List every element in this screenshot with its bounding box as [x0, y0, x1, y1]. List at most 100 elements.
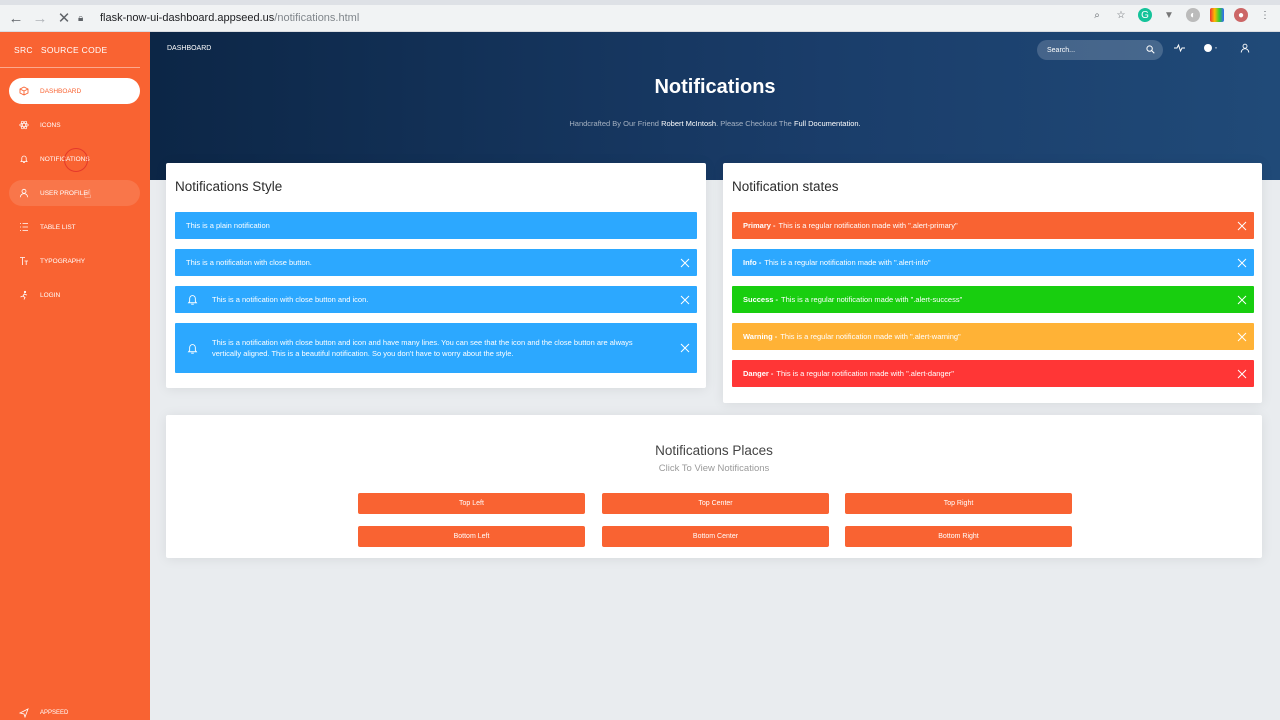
notifications-style-card: Notifications Style This is a plain noti… [166, 163, 706, 388]
url-host: flask-now-ui-dashboard.appseed.us [100, 12, 275, 24]
lock-icon: 🔒︎ [78, 12, 84, 24]
icon-notification: This is a notification with close button… [175, 286, 697, 313]
sidebar-brand[interactable]: SRC SOURCE CODE [0, 32, 140, 68]
close-icon[interactable] [680, 343, 690, 353]
info-notification: Info - This is a regular notification mad… [732, 249, 1254, 276]
star-icon[interactable]: ☆ [1114, 8, 1128, 22]
close-icon[interactable] [1237, 221, 1247, 231]
card-title: Notifications Style [175, 179, 283, 194]
card-subtitle: Click To View Notifications [658, 463, 770, 474]
card-title: Notification states [732, 179, 839, 194]
top-right-button[interactable]: Top Right [845, 493, 1072, 514]
sidebar-item-label: LOGIN [40, 291, 61, 299]
page-subtitle: Handcrafted By Our Friend Robert McIntos… [150, 119, 1280, 128]
panel-header: DASHBOARD Search... Notifications Handcr… [150, 32, 1280, 180]
card-title: Notifications Places [655, 443, 773, 458]
globe-dropdown-icon[interactable] [1203, 43, 1219, 56]
alert-text: This is a notification with close button… [212, 295, 369, 304]
forward-arrow-icon[interactable]: → [30, 8, 50, 28]
alert-strong: Danger - [743, 369, 774, 378]
vue-extension-icon[interactable]: ▼ [1162, 8, 1176, 22]
close-icon[interactable] [680, 258, 690, 268]
atom-icon [19, 120, 29, 130]
close-icon[interactable] [1237, 258, 1247, 268]
color-extension-icon[interactable] [1210, 8, 1224, 22]
sidebar: SRC SOURCE CODE DASHBOARD ICONS NOTIFICA… [0, 32, 150, 720]
close-icon[interactable] [680, 295, 690, 305]
notifications-places-card: Notifications Places Click To View Notif… [166, 415, 1262, 558]
alert-strong: Warning - [743, 332, 778, 341]
zoom-icon[interactable]: ⌕ [1090, 8, 1104, 22]
main-panel: DASHBOARD Search... Notifications Handcr… [150, 32, 1280, 720]
warning-notification: Warning - This is a regular notification … [732, 323, 1254, 350]
sidebar-item-appseed[interactable]: APPSEED [19, 708, 68, 718]
mouse-pointer-icon: ☝︎ [84, 187, 92, 201]
bell-icon [186, 342, 200, 355]
bottom-right-button[interactable]: Bottom Right [845, 526, 1072, 547]
sidebar-item-user-profile[interactable]: USER PROFILE [9, 180, 140, 206]
alert-text: This is a regular notification made with… [780, 332, 961, 341]
menu-kebab-icon[interactable]: ⋮ [1258, 8, 1272, 22]
plain-notification: This is a plain notification [175, 212, 697, 239]
danger-notification: Danger - This is a regular notification m… [732, 360, 1254, 387]
text-icon [19, 256, 29, 266]
address-bar[interactable]: 🔒︎ flask-now-ui-dashboard.appseed.us/not… [78, 8, 1128, 28]
alert-text: This is a notification with close button… [186, 258, 312, 267]
close-icon[interactable] [1237, 295, 1247, 305]
sidebar-item-label: DASHBOARD [40, 87, 82, 95]
brand-mini: SRC [14, 44, 33, 55]
stop-loading-icon[interactable]: ✕ [54, 8, 74, 28]
sidebar-item-typography[interactable]: TYPOGRAPHY [9, 248, 140, 274]
alert-text: This is a regular notification made with… [776, 369, 954, 378]
sidebar-item-icons[interactable]: ICONS [9, 112, 140, 138]
alert-strong: Info - [743, 258, 762, 267]
sidebar-item-label: APPSEED [40, 710, 69, 716]
sidebar-item-table-list[interactable]: TABLE LIST [9, 214, 140, 240]
bottom-center-button[interactable]: Bottom Center [602, 526, 829, 547]
alert-text: This is a notification with close button… [212, 337, 633, 359]
list-icon [19, 222, 29, 232]
sidebar-item-notifications[interactable]: NOTIFICATIONS [9, 146, 140, 172]
brand-name: SOURCE CODE [40, 44, 108, 55]
bell-icon [186, 293, 200, 306]
notification-states-card: Notification states Primary - This is a r… [723, 163, 1262, 403]
top-center-button[interactable]: Top Center [602, 493, 829, 514]
success-notification: Success - This is a regular notification … [732, 286, 1254, 313]
author-link[interactable]: Robert McIntosh [661, 119, 716, 128]
sidebar-item-label: ICONS [40, 121, 61, 129]
top-left-button[interactable]: Top Left [358, 493, 585, 514]
sidebar-item-login[interactable]: LOGIN [9, 282, 140, 308]
sidebar-item-label: TYPOGRAPHY [40, 257, 86, 265]
back-arrow-icon[interactable]: ← [6, 8, 26, 28]
breadcrumb[interactable]: DASHBOARD [167, 45, 211, 52]
send-icon [19, 708, 29, 718]
alert-strong: Primary - [743, 221, 776, 230]
close-icon[interactable] [1237, 332, 1247, 342]
url-path: /notifications.html [274, 12, 360, 24]
click-ripple [64, 148, 88, 172]
grammarly-extension-icon[interactable]: G [1138, 8, 1152, 22]
multiline-notification: This is a notification with close button… [175, 323, 697, 373]
box-icon [19, 86, 29, 96]
profile-avatar-icon[interactable]: ● [1234, 8, 1248, 22]
user-account-icon[interactable] [1240, 43, 1250, 56]
search-placeholder: Search... [1047, 46, 1076, 54]
documentation-link[interactable]: Full Documentation. [794, 119, 861, 128]
sidebar-nav: DASHBOARD ICONS NOTIFICATIONS USER PROFI… [0, 78, 150, 308]
close-icon[interactable] [1237, 369, 1247, 379]
bell-icon [19, 154, 29, 164]
alert-text: This is a regular notification made with… [781, 295, 963, 304]
pulse-icon[interactable] [1174, 43, 1185, 56]
search-icon [1146, 44, 1155, 56]
subtitle-text: . Please Checkout The [716, 119, 794, 128]
sidebar-item-dashboard[interactable]: DASHBOARD [9, 78, 140, 104]
browser-toolbar: ← → ✕ 🔒︎ flask-now-ui-dashboard.appseed.… [0, 0, 1280, 32]
login-icon [19, 290, 29, 300]
extension-icon[interactable]: ◐ [1186, 8, 1200, 22]
sidebar-item-label: USER PROFILE [40, 189, 88, 197]
bottom-left-button[interactable]: Bottom Left [358, 526, 585, 547]
alert-text: This is a regular notification made with… [764, 258, 931, 267]
sidebar-item-label: TABLE LIST [40, 223, 76, 231]
subtitle-text: Handcrafted By Our Friend [569, 119, 662, 128]
search-input[interactable]: Search... [1037, 40, 1163, 60]
